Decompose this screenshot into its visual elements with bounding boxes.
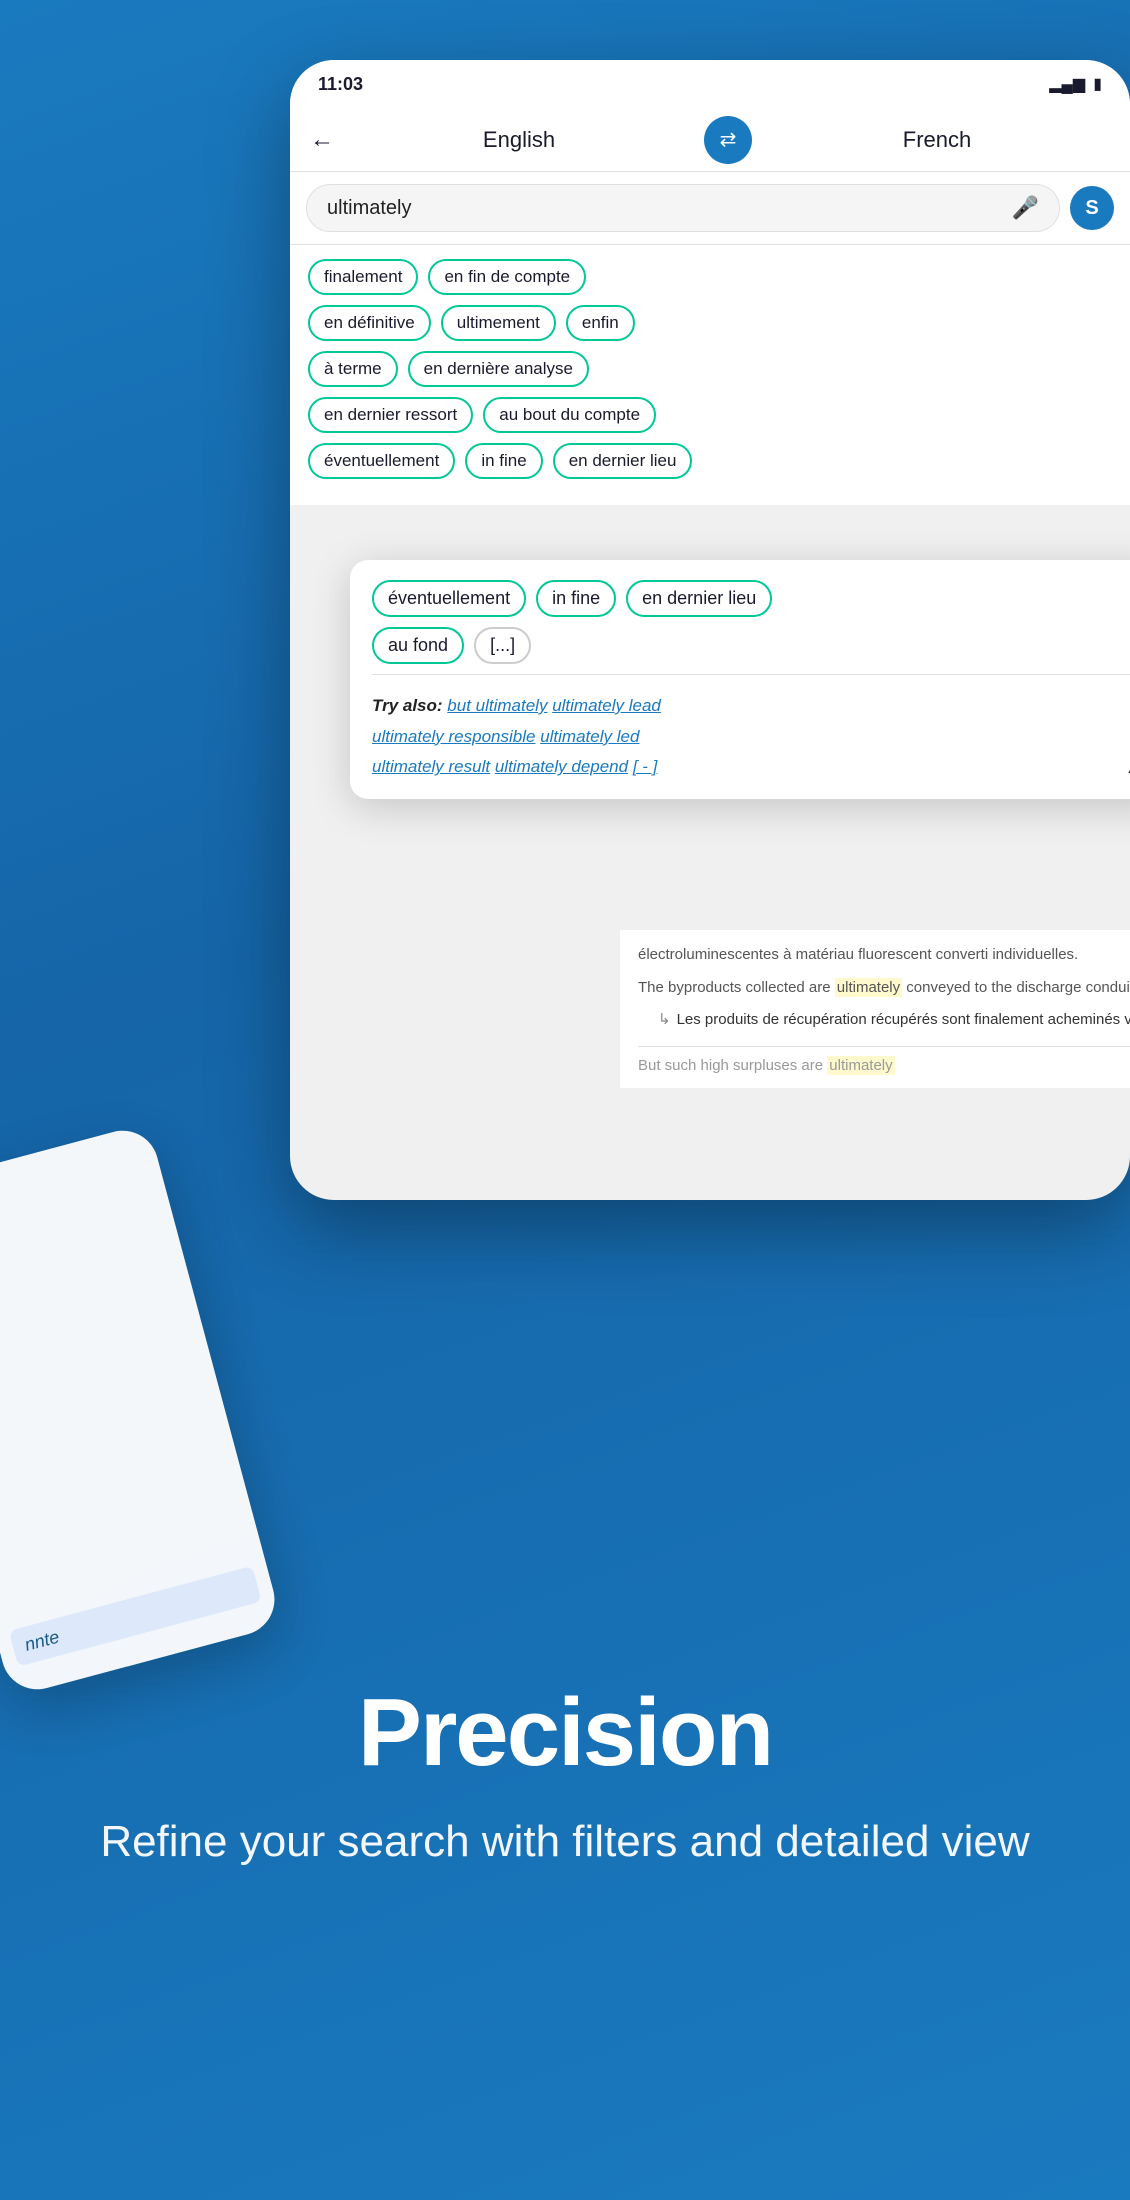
mic-icon[interactable]: 🎤 (1012, 195, 1039, 221)
trans-row-3: à terme en dernière analyse (308, 351, 1112, 387)
exp-chip[interactable]: éventuellement (372, 580, 526, 617)
expanded-translations-panel: ▲ éventuellement in fine en dernier lieu… (350, 560, 1130, 799)
exp-chip[interactable]: in fine (536, 580, 616, 617)
try-also-section: ▲ Try also: but ultimately ultimately le… (372, 674, 1130, 799)
translation-chip[interactable]: ultimement (441, 305, 556, 341)
try-also-text-3: ultimately result ultimately depend [ - … (372, 752, 1130, 783)
translation-chip[interactable]: finalement (308, 259, 418, 295)
status-bar: 11:03 ▂▄▆ ▮ (290, 60, 1130, 108)
translation-chip[interactable]: in fine (465, 443, 542, 479)
translation-chip[interactable]: en définitive (308, 305, 431, 341)
search-query-text: ultimately (327, 197, 411, 220)
highlight-ultimately-2: ultimately (827, 1056, 894, 1075)
highlight-ultimately: ultimately (835, 978, 902, 997)
try-also-link-1[interactable]: but ultimately (447, 696, 547, 715)
example-sentence-2-fr: ↳Les produits de récupération récupérés … (658, 1009, 1130, 1032)
try-also-link-6[interactable]: ultimately depend (495, 757, 628, 776)
try-also-label: Try also: (372, 696, 443, 715)
language-header: ← English ⇄ French (290, 108, 1130, 172)
exp-row-2: au fond [...] (372, 627, 1130, 664)
exp-chip-aufond[interactable]: au fond (372, 627, 464, 664)
precision-subtitle: Refine your search with filters and deta… (100, 1812, 1029, 1871)
trans-row-5: éventuellement in fine en dernier lieu (308, 443, 1112, 479)
try-also-more[interactable]: [ - ] (633, 757, 658, 776)
trans-row-2: en définitive ultimement enfin (308, 305, 1112, 341)
translation-chip[interactable]: à terme (308, 351, 398, 387)
translation-chip[interactable]: en dernière analyse (408, 351, 589, 387)
translations-area: finalement en fin de compte en définitiv… (290, 245, 1130, 505)
try-also-text: Try also: but ultimately ultimately lead (372, 691, 1130, 722)
source-language[interactable]: English (346, 127, 692, 153)
example-sentence-partial-1: électroluminescentes à matériau fluoresc… (638, 944, 1130, 967)
try-also-link-3[interactable]: ultimately responsible (372, 727, 535, 746)
status-time: 11:03 (318, 74, 363, 95)
collapse-arrow-bottom[interactable]: ▲ (1124, 756, 1130, 779)
bottom-section: Precision Refine your search with filter… (0, 1350, 1130, 2200)
try-also-text-2: ultimately responsible ultimately led (372, 722, 1130, 753)
exp-chip[interactable]: en dernier lieu (626, 580, 772, 617)
try-also-link-5[interactable]: ultimately result (372, 757, 490, 776)
trans-row-1: finalement en fin de compte (308, 259, 1112, 295)
example-sentence-3-partial: But such high surpluses are ultimately (638, 1046, 1130, 1074)
dictionary-icon[interactable]: S (1070, 186, 1114, 230)
main-phone-mockup: 11:03 ▂▄▆ ▮ ← English ⇄ French ultimatel… (290, 60, 1130, 1200)
search-bar: ultimately 🎤 S (290, 172, 1130, 245)
exp-chip-more[interactable]: [...] (474, 627, 531, 664)
examples-area: électroluminescentes à matériau fluoresc… (620, 930, 1130, 1088)
search-input[interactable]: ultimately 🎤 (306, 184, 1060, 232)
swap-languages-button[interactable]: ⇄ (704, 116, 752, 164)
trans-row-4: en dernier ressort au bout du compte (308, 397, 1112, 433)
back-button[interactable]: ← (310, 126, 334, 154)
translation-chip[interactable]: enfin (566, 305, 635, 341)
translation-chip[interactable]: en fin de compte (428, 259, 586, 295)
precision-title: Precision (358, 1678, 772, 1788)
battery-icon: ▮ (1093, 74, 1102, 94)
translation-chip[interactable]: en dernier lieu (553, 443, 693, 479)
example-sentence-2-en: The byproducts collected are ultimately … (638, 977, 1130, 1000)
translation-chip[interactable]: en dernier ressort (308, 397, 473, 433)
translation-chip[interactable]: éventuellement (308, 443, 455, 479)
try-also-link-4[interactable]: ultimately led (540, 727, 639, 746)
signal-icon: ▂▄▆ (1049, 74, 1085, 94)
target-language[interactable]: French (764, 127, 1110, 153)
try-also-link-2[interactable]: ultimately lead (552, 696, 661, 715)
translation-chip[interactable]: au bout du compte (483, 397, 656, 433)
exp-row-1: éventuellement in fine en dernier lieu (372, 580, 1130, 617)
